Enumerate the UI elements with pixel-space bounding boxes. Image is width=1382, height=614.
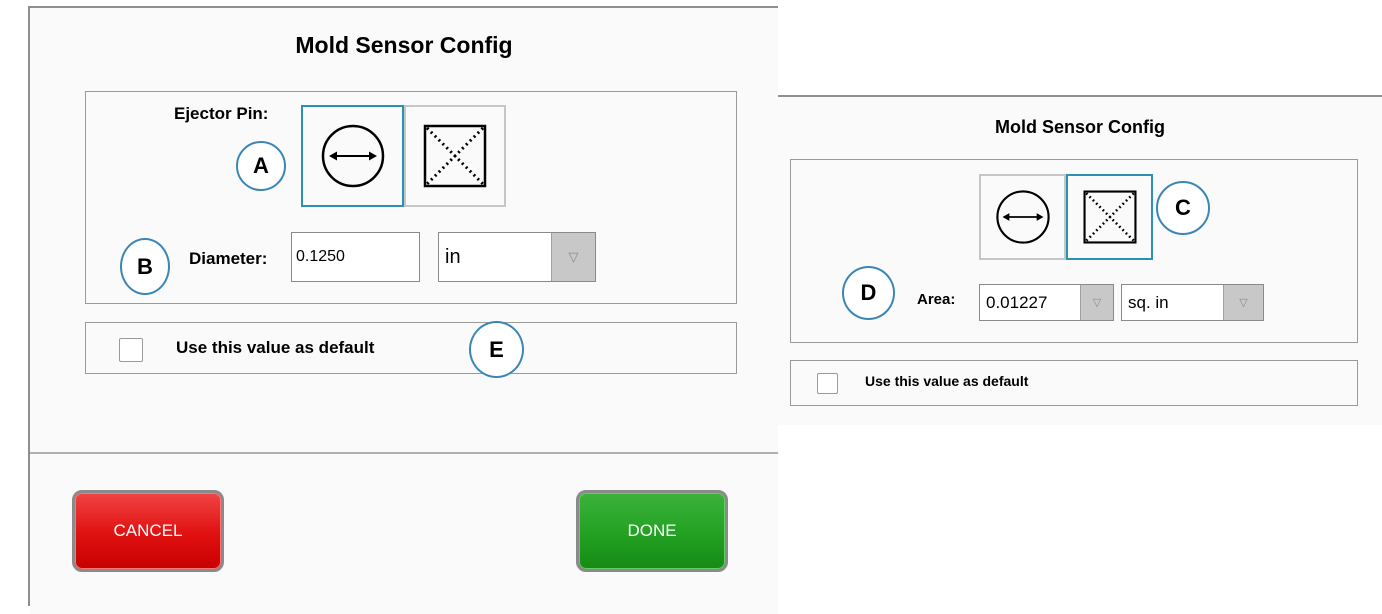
area-unit-value: sq. in	[1128, 292, 1169, 312]
callout-b: B	[120, 238, 170, 295]
mold-sensor-config-dialog: Mold Sensor Config Ejector Pin: Diameter…	[28, 6, 778, 614]
use-default-label: Use this value as default	[176, 338, 375, 357]
done-button[interactable]: DONE	[576, 490, 728, 572]
dialog-footer: CANCEL DONE	[30, 452, 778, 614]
callout-d: D	[842, 266, 895, 320]
callout-a: A	[236, 141, 286, 191]
use-default-checkbox[interactable]	[119, 338, 143, 362]
triangle-down-icon[interactable]: ▽	[1080, 285, 1113, 320]
dialog-title: Mold Sensor Config	[295, 32, 513, 58]
area-label: Area:	[917, 291, 956, 308]
callout-c: C	[1156, 181, 1210, 235]
triangle-down-icon[interactable]: ▽	[551, 233, 595, 281]
diameter-label: Diameter:	[189, 249, 268, 268]
area-value-select[interactable]: 0.01227 ▽	[979, 284, 1114, 321]
triangle-down-icon[interactable]: ▽	[1223, 285, 1263, 320]
diameter-unit-select[interactable]: in ▽	[438, 232, 596, 282]
area-unit-select[interactable]: sq. in ▽	[1121, 284, 1264, 321]
use-default-checkbox[interactable]	[817, 373, 838, 394]
dotted-cross-box-icon	[1082, 190, 1137, 244]
diameter-shape-button[interactable]	[301, 105, 404, 207]
circle-double-arrow-icon	[995, 190, 1050, 244]
area-shape-button[interactable]	[1066, 174, 1153, 260]
area-shape-button[interactable]	[404, 105, 506, 207]
mold-sensor-config-dialog-area: Mold Sensor Config Area: 0.01227 ▽ sq. i…	[778, 95, 1382, 425]
diameter-input[interactable]: 0.1250	[291, 232, 420, 282]
use-default-label: Use this value as default	[865, 373, 1029, 389]
ejector-pin-label: Ejector Pin:	[174, 104, 269, 123]
cancel-button[interactable]: CANCEL	[72, 490, 224, 572]
diameter-shape-button[interactable]	[979, 174, 1066, 260]
callout-e: E	[469, 321, 524, 378]
ejector-pin-group: Ejector Pin: Diameter: 0.1250 in ▽	[85, 91, 737, 304]
use-default-row: Use this value as default	[85, 322, 737, 374]
use-default-row: Use this value as default	[790, 360, 1358, 406]
diameter-unit-value: in	[445, 245, 461, 268]
circle-double-arrow-icon	[321, 124, 384, 188]
dotted-cross-box-icon	[423, 124, 487, 188]
area-value: 0.01227	[986, 292, 1048, 312]
dialog-title: Mold Sensor Config	[995, 117, 1165, 137]
